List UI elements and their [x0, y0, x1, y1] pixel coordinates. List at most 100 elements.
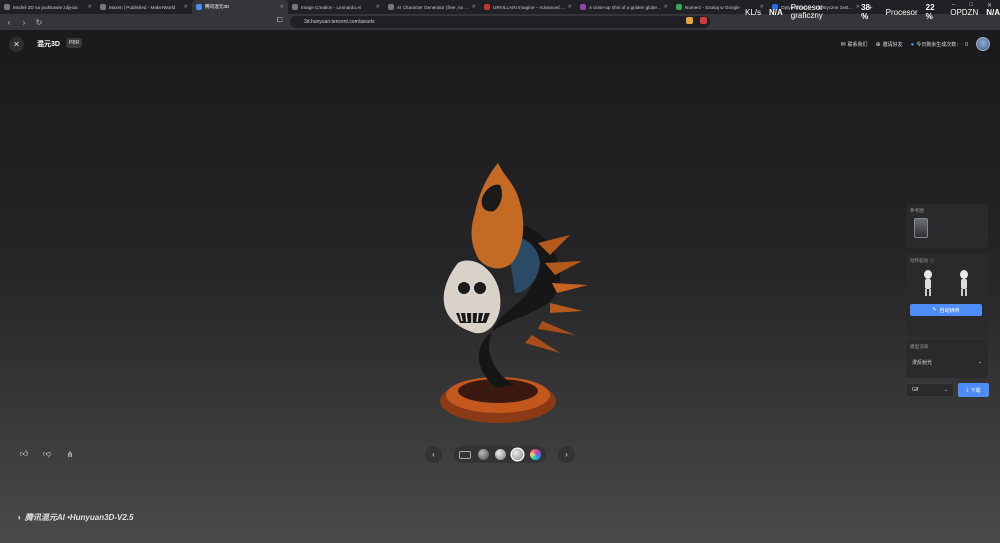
- reference-thumbnail[interactable]: [914, 218, 928, 238]
- auto-rig-label: 自动绑骨: [939, 307, 960, 314]
- net-label: KL/s: [745, 7, 762, 17]
- render-mode-toolbar: [454, 446, 546, 463]
- remaining-label: 今日剩余生成次数：: [916, 41, 962, 48]
- textured-mode-icon[interactable]: [512, 449, 523, 460]
- forward-arrow-icon[interactable]: ›: [18, 18, 30, 27]
- header-actions: ✉ 联系我们 ⊕ 邀请好友 ● 今日剩余生成次数： 0: [840, 37, 990, 51]
- browser-tab-active[interactable]: 腾讯混元3D ✕: [192, 0, 288, 14]
- tab-favicon-icon: [4, 4, 10, 10]
- tab-title: Maxim | Published - MakerWorld: [109, 4, 176, 10]
- download-label: 下载: [970, 387, 981, 394]
- chevron-down-icon: ⌄: [977, 359, 982, 365]
- rig-icon: ✎: [932, 307, 937, 313]
- tab-favicon-icon: [388, 4, 394, 10]
- figure-side-icon: [958, 270, 970, 296]
- like-button[interactable]: 👍︎: [17, 447, 31, 461]
- tab-title: URVILLAIN Imagine – Advanced AI...: [493, 4, 566, 10]
- share-icon: ⋔: [66, 449, 74, 459]
- browser-tab[interactable]: Modeli 3D na podstawie zdjęcia ✕: [0, 0, 96, 14]
- contact-label: 联系我们: [847, 41, 868, 48]
- extension-icon[interactable]: [700, 17, 707, 24]
- tab-close-icon[interactable]: ✕: [184, 4, 188, 10]
- tab-title: 腾讯混元3D: [205, 4, 230, 9]
- brand-title: 混元3D: [37, 41, 60, 48]
- model-head: [471, 163, 524, 269]
- share-button[interactable]: ⋔: [63, 447, 77, 461]
- contact-link[interactable]: ✉ 联系我们: [840, 41, 867, 48]
- app-header: ✕ 混元3D PBR ✉ 联系我们 ⊕ 邀请好友 ● 今日剩余生成次数： 0: [0, 30, 1000, 58]
- remaining-count: ● 今日剩余生成次数： 0: [911, 41, 968, 48]
- browser-tab[interactable]: URVILLAIN Imagine – Advanced AI... ✕: [480, 0, 576, 14]
- prev-button[interactable]: ‹: [425, 446, 442, 463]
- system-monitor-overlay: KL/s N/A Procesor graficzny 38 % Proceso…: [745, 3, 1000, 21]
- reference-panel: 参考图: [906, 204, 988, 248]
- url-text: 3d.hunyuan.tencent.com/assets: [304, 19, 375, 25]
- format-select[interactable]: Glf ⌄: [906, 383, 954, 397]
- model-viewport[interactable]: 参考图 动作驱动 ⓘ ✎ 自动绑骨 模型渲染 漫反射光 ⌄: [0, 58, 1000, 543]
- render-mode-select[interactable]: 漫反射光 ⌄: [910, 356, 984, 368]
- format-value: Glf: [912, 387, 919, 393]
- download-icon: ⤓: [966, 387, 969, 393]
- auto-rig-button[interactable]: ✎ 自动绑骨: [910, 304, 982, 316]
- reload-icon[interactable]: ↻: [33, 18, 45, 27]
- close-button[interactable]: ✕: [9, 37, 24, 52]
- coin-icon: ●: [910, 41, 915, 48]
- geometry-mode-icon[interactable]: [478, 449, 489, 460]
- tab-close-icon[interactable]: ✕: [88, 4, 92, 10]
- invite-label: 邀请好友: [882, 41, 903, 48]
- extension-icon[interactable]: [686, 17, 693, 24]
- tab-favicon-icon: [580, 4, 586, 10]
- tab-close-icon[interactable]: ✕: [664, 4, 668, 10]
- next-button[interactable]: ›: [558, 446, 575, 463]
- info-icon[interactable]: ⓘ: [930, 258, 935, 263]
- net-value: N/A: [769, 7, 783, 17]
- tab-close-icon[interactable]: ✕: [280, 4, 284, 10]
- gpu-label: Procesor graficzny: [790, 3, 823, 20]
- gpu-value: 38 %: [861, 3, 871, 21]
- tab-favicon-icon: [484, 4, 490, 10]
- tab-favicon-icon: [292, 4, 298, 10]
- render-label: 模型渲染: [910, 344, 929, 349]
- tab-title: A close-up shot of a golden globe ...: [589, 4, 662, 10]
- address-bar[interactable]: 3d.hunyuan.tencent.com/assets: [290, 16, 710, 28]
- mail-icon: ✉: [840, 41, 846, 48]
- invite-link[interactable]: ⊕ 邀请好友: [876, 41, 903, 48]
- remaining-value: 0: [965, 41, 968, 48]
- wireframe-mode-icon[interactable]: [459, 451, 471, 459]
- figure-front-icon: [922, 270, 934, 296]
- tab-close-icon[interactable]: ✕: [472, 4, 476, 10]
- browser-tab[interactable]: Image Creation - Leonardo.Ai ✕: [288, 0, 384, 14]
- chevron-down-icon: ⌄: [943, 387, 948, 393]
- action-panel: 动作驱动 ⓘ ✎ 自动绑骨: [906, 254, 988, 337]
- pbr-mode-icon[interactable]: [530, 449, 541, 460]
- tab-favicon-icon: [100, 4, 106, 10]
- gift-icon: ⊕: [875, 41, 881, 48]
- browser-tab[interactable]: AI Character Generator (free, no sign...…: [384, 0, 480, 14]
- tab-close-icon[interactable]: ✕: [568, 4, 572, 10]
- bookmark-icon[interactable]: ⧠: [277, 17, 283, 25]
- hunyuan-logo: ◗ 腾讯混元AI •Hunyuan3D-V2.5: [17, 512, 133, 523]
- browser-tab[interactable]: Maxim | Published - MakerWorld ✕: [96, 0, 192, 14]
- tab-title: Modeli 3D na podstawie zdjęcia: [13, 4, 78, 10]
- tab-title: Image Creation - Leonardo.Ai: [301, 4, 362, 10]
- cpu-value: 22 %: [925, 3, 935, 21]
- thumbs-down-icon: 👎︎: [42, 449, 52, 458]
- white-model-mode-icon[interactable]: [495, 449, 506, 460]
- tab-close-icon[interactable]: ✕: [376, 4, 380, 10]
- tab-title: AI Character Generator (free, no sign...: [397, 4, 470, 10]
- close-icon: ✕: [13, 40, 20, 49]
- reference-label: 参考图: [910, 208, 924, 213]
- ram-value: N/A: [986, 7, 1000, 17]
- browser-tab[interactable]: A close-up shot of a golden globe ... ✕: [576, 0, 672, 14]
- chevron-right-icon: ›: [565, 450, 568, 459]
- avatar[interactable]: [976, 37, 990, 51]
- download-button[interactable]: ⤓ 下载: [958, 383, 989, 397]
- back-arrow-icon[interactable]: ‹: [3, 18, 15, 27]
- 3d-model-preview[interactable]: [420, 163, 610, 448]
- dislike-button[interactable]: 👎︎: [40, 447, 54, 461]
- render-mode-value: 漫反射光: [912, 359, 933, 366]
- rig-preview: [922, 270, 970, 296]
- thumbs-up-icon: 👍︎: [19, 449, 29, 458]
- chevron-left-icon: ‹: [432, 450, 435, 459]
- ram-label: OPDZN: [950, 7, 979, 17]
